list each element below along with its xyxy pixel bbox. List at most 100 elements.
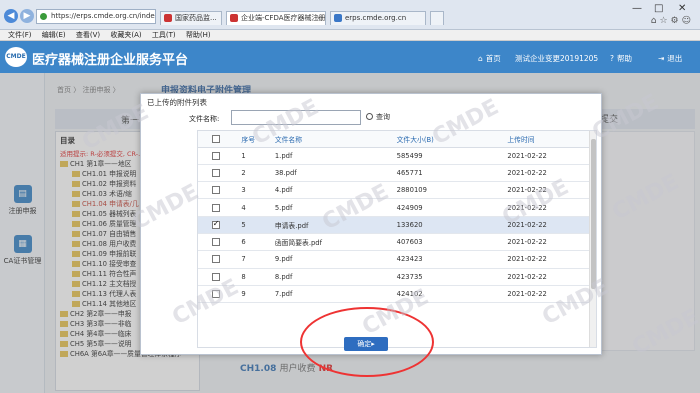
row-select-cell[interactable]	[198, 216, 234, 234]
tab-close-icon[interactable]: ×	[316, 12, 322, 24]
row-upload-time: 2021-02-22	[501, 216, 590, 234]
confirm-button[interactable]: 确定▸	[344, 337, 388, 351]
user-name[interactable]: 测试企业变更20191205	[515, 53, 598, 64]
filename-label: 文件名称:	[189, 115, 220, 123]
row-checkbox[interactable]	[211, 290, 220, 299]
row-filesize: 423423	[390, 250, 502, 269]
row-checkbox[interactable]	[211, 151, 220, 160]
filename-search-input[interactable]	[231, 110, 361, 125]
menu-help[interactable]: 帮助(H)	[186, 31, 211, 39]
new-tab-button[interactable]	[430, 11, 444, 25]
row-checkbox[interactable]	[211, 238, 220, 247]
browser-tab-2[interactable]: 企业端-CFDA医疗器械注册... ×	[226, 11, 326, 25]
table-scrollbar[interactable]	[589, 131, 596, 347]
row-filename: 5.pdf	[268, 198, 391, 217]
row-index: 5	[233, 216, 269, 234]
row-index: 4	[233, 198, 269, 217]
row-select-cell[interactable]	[198, 250, 234, 269]
row-filesize: 2880109	[390, 181, 502, 200]
table-row[interactable]: 1 1.pdf 585499 2021-02-22	[198, 147, 590, 165]
logout-icon: ⇥	[658, 54, 665, 63]
row-upload-time: 2021-02-22	[501, 164, 590, 183]
row-filesize: 424102	[390, 285, 502, 304]
app-header: CMDE 医疗器械注册企业服务平台 ⌂ 首页 测试企业变更20191205 ? 帮助…	[0, 41, 700, 73]
table-row[interactable]: 7 9.pdf 423423 2021-02-22	[198, 250, 590, 269]
row-filename: 4.pdf	[268, 181, 391, 200]
row-upload-time: 2021-02-22	[501, 250, 590, 269]
maximize-icon[interactable]: □	[654, 3, 663, 14]
row-select-cell[interactable]	[198, 233, 234, 252]
secure-icon	[40, 13, 47, 20]
row-index: 8	[233, 268, 269, 286]
app-logo: CMDE	[5, 47, 27, 67]
row-checkbox[interactable]	[211, 272, 220, 281]
menu-view[interactable]: 查看(V)	[76, 31, 100, 39]
row-filename: 9.pdf	[268, 250, 391, 269]
row-filesize: 424909	[390, 198, 502, 217]
menu-edit[interactable]: 编辑(E)	[42, 31, 66, 39]
minimize-icon[interactable]: —	[632, 3, 642, 14]
col-upload-time: 上传时间	[501, 131, 590, 148]
menu-tools[interactable]: 工具(T)	[152, 31, 176, 39]
logout-link[interactable]: ⇥ 退出	[658, 53, 682, 64]
table-row[interactable]: 3 4.pdf 2880109 2021-02-22	[198, 181, 590, 200]
table-row[interactable]: 2 38.pdf 465771 2021-02-22	[198, 164, 590, 183]
row-select-cell[interactable]	[198, 181, 234, 200]
row-filename: 申请表.pdf	[268, 216, 391, 234]
row-index: 2	[233, 164, 269, 183]
star-icon[interactable]: ☆	[659, 16, 670, 26]
row-select-cell[interactable]	[198, 268, 234, 286]
scrollbar-thumb[interactable]	[591, 139, 596, 289]
row-select-cell[interactable]	[198, 285, 234, 304]
tab-favicon-icon	[164, 14, 172, 22]
help-link[interactable]: ? 帮助	[610, 53, 632, 64]
row-filename: 函面简要表.pdf	[268, 233, 391, 252]
col-filesize: 文件大小(B)	[390, 131, 502, 148]
select-all-header[interactable]	[198, 131, 234, 148]
table-row[interactable]: 4 5.pdf 424909 2021-02-22	[198, 198, 590, 217]
help-icon: ?	[610, 54, 614, 63]
row-checkbox[interactable]	[211, 219, 220, 229]
table-row[interactable]: 8 8.pdf 423735 2021-02-22	[198, 268, 590, 286]
row-filename: 8.pdf	[268, 268, 391, 286]
row-checkbox[interactable]	[211, 255, 220, 264]
row-checkbox[interactable]	[211, 203, 220, 212]
row-upload-time: 2021-02-22	[501, 285, 590, 304]
row-index: 1	[233, 147, 269, 165]
back-icon[interactable]: ◀	[4, 9, 18, 23]
row-filesize: 133620	[390, 216, 502, 234]
browser-toolbar: ◀ ▶ https://erps.cmde.org.cn/index 国家药品监…	[0, 0, 700, 30]
row-checkbox[interactable]	[211, 186, 220, 195]
row-filename: 1.pdf	[268, 147, 391, 165]
row-filesize: 423735	[390, 268, 502, 286]
smiley-icon[interactable]: ☺	[682, 16, 694, 26]
table-row[interactable]: 6 函面简要表.pdf 407603 2021-02-22	[198, 233, 590, 252]
search-icon	[366, 113, 373, 120]
search-button[interactable]: 查询	[366, 111, 390, 124]
address-bar[interactable]: https://erps.cmde.org.cn/index	[36, 9, 156, 24]
row-upload-time: 2021-02-22	[501, 198, 590, 217]
row-select-cell[interactable]	[198, 164, 234, 183]
row-index: 6	[233, 233, 269, 252]
col-filename: 文件名称	[268, 131, 391, 148]
select-all-checkbox[interactable]	[211, 134, 220, 143]
forward-icon[interactable]: ▶	[20, 9, 34, 23]
row-checkbox[interactable]	[211, 168, 220, 177]
row-filename: 7.pdf	[268, 285, 391, 304]
table-row[interactable]: 5申请表.pdf1336202021-02-22	[198, 216, 590, 234]
close-window-icon[interactable]: ✕	[678, 3, 686, 14]
browser-tab-3[interactable]: erps.cmde.org.cn	[330, 11, 426, 25]
table-row[interactable]: 9 7.pdf 424102 2021-02-22	[198, 285, 590, 304]
row-filename: 38.pdf	[268, 164, 391, 183]
table-header-row: 序号 文件名称 文件大小(B) 上传时间	[198, 131, 590, 148]
menu-file[interactable]: 文件(F)	[8, 31, 32, 39]
settings-icon[interactable]: ⚙	[671, 16, 682, 26]
home-link[interactable]: ⌂ 首页	[478, 53, 501, 64]
browser-actions[interactable]: ⌂☆⚙☺	[651, 16, 694, 26]
row-select-cell[interactable]	[198, 198, 234, 217]
row-index: 3	[233, 181, 269, 200]
menu-favorites[interactable]: 收藏夹(A)	[110, 31, 141, 39]
browser-tab-1[interactable]: 国家药品监...	[160, 11, 222, 25]
row-select-cell[interactable]	[198, 147, 234, 165]
row-index: 9	[233, 285, 269, 304]
